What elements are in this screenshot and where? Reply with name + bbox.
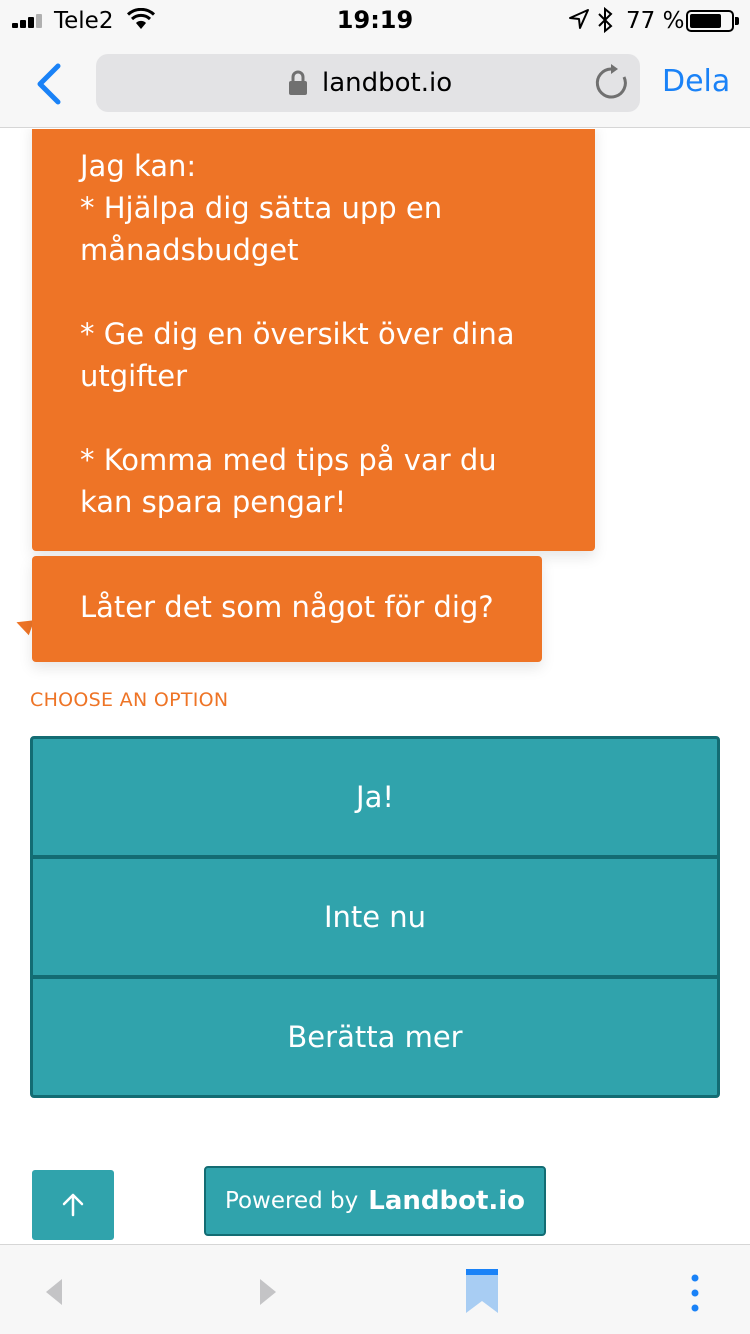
option-button-inte-nu[interactable]: Inte nu xyxy=(30,856,720,978)
bookmark-icon[interactable] xyxy=(464,1267,500,1315)
bot-message: Jag kan: * Hjälpa dig sätta upp en månad… xyxy=(32,129,595,551)
lock-icon xyxy=(289,70,307,95)
url-field[interactable]: landbot.io xyxy=(96,54,640,112)
more-vertical-icon[interactable] xyxy=(688,1273,702,1313)
chevron-left-icon[interactable] xyxy=(30,62,70,106)
option-button-beratta-mer[interactable]: Berätta mer xyxy=(30,976,720,1098)
landbot-brand: Landbot.io xyxy=(368,1186,526,1216)
bot-message: Låter det som något för dig? xyxy=(32,556,542,662)
scroll-up-button[interactable] xyxy=(32,1170,114,1240)
location-arrow-icon xyxy=(569,9,589,29)
option-button-ja[interactable]: Ja! xyxy=(30,736,720,858)
arrow-up-icon xyxy=(62,1193,84,1217)
chat-area[interactable]: Jag kan: * Hjälpa dig sätta upp en månad… xyxy=(0,129,750,1244)
battery-fill xyxy=(690,14,722,28)
browser-toolbar xyxy=(0,1244,750,1334)
battery-icon xyxy=(686,10,739,32)
back-arrow-icon[interactable] xyxy=(42,1277,64,1307)
powered-by-text: Powered by xyxy=(224,1188,359,1214)
url-text: landbot.io xyxy=(322,68,453,98)
forward-arrow-icon[interactable] xyxy=(258,1277,280,1307)
bluetooth-icon xyxy=(598,7,613,33)
reload-icon[interactable] xyxy=(592,64,630,102)
choose-option-label: CHOOSE AN OPTION xyxy=(30,689,229,711)
powered-by-badge[interactable]: Powered by Landbot.io xyxy=(204,1166,546,1236)
share-button[interactable]: Dela xyxy=(662,64,730,99)
status-bar: Tele2 19:19 77 % xyxy=(0,0,750,40)
browser-nav-bar: landbot.io Dela xyxy=(0,40,750,128)
battery-percent: 77 % xyxy=(626,8,685,34)
